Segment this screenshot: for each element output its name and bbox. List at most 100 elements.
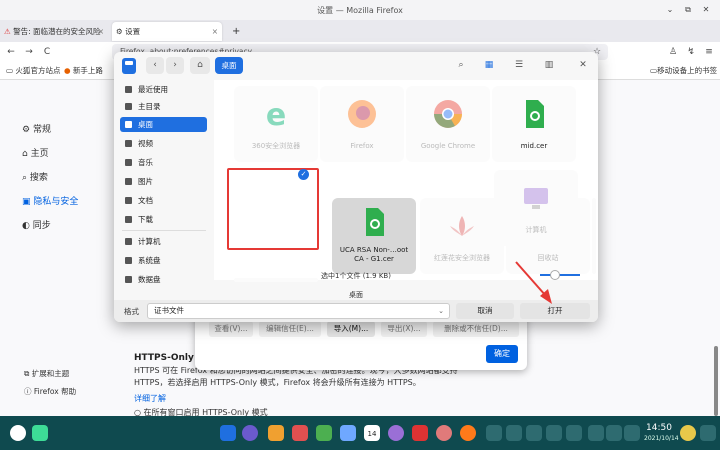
file-manager-icon[interactable] xyxy=(220,425,236,441)
back-button[interactable]: ← xyxy=(4,45,18,59)
file-computer[interactable]: 计算机 xyxy=(494,170,578,246)
file-360-browser[interactable]: e 360安全浏览器 xyxy=(234,86,318,162)
sidebar-item-computer[interactable]: 计算机 xyxy=(120,234,207,249)
new-tab-button[interactable]: + xyxy=(228,22,242,41)
picture-icon xyxy=(125,178,132,185)
browser-icon[interactable] xyxy=(242,425,258,441)
icon-view-icon[interactable]: ▦ xyxy=(482,58,496,72)
menu-icon[interactable]: ≡ xyxy=(702,45,716,59)
sidebar-item-videos[interactable]: 视频 xyxy=(120,136,207,151)
file-uca-rsa-cert[interactable]: UCA RSA Non-…oot CA - G1.cer xyxy=(332,198,416,274)
bookmark-getting-started[interactable]: ● 新手上路 xyxy=(64,65,103,77)
clock-icon[interactable] xyxy=(606,425,622,441)
arrow-icon[interactable] xyxy=(566,425,582,441)
sidebar-label: 最近使用 xyxy=(138,85,168,94)
page-scrollbar[interactable] xyxy=(714,346,718,416)
search-icon[interactable]: ⌕ xyxy=(454,58,468,72)
photo-icon[interactable] xyxy=(292,425,308,441)
multitask-icon[interactable] xyxy=(32,425,48,441)
sidebar-item-music[interactable]: 音乐 xyxy=(120,155,207,170)
file-firefox[interactable]: Firefox xyxy=(320,86,404,162)
bookmark-firefox-site[interactable]: ▭ 火狐官方站点 xyxy=(6,65,60,77)
sidebar-item-desktop[interactable]: 桌面 xyxy=(120,117,207,132)
account-icon[interactable]: ♙ xyxy=(666,45,680,59)
settings-icon[interactable] xyxy=(388,425,404,441)
file-honglianhua-browser[interactable]: 红莲花安全浏览器 xyxy=(420,198,504,274)
open-button[interactable]: 打开 xyxy=(520,303,590,319)
music-icon[interactable] xyxy=(316,425,332,441)
pref-nav-search[interactable]: ⌕ 搜索 xyxy=(22,170,48,183)
file-computer[interactable] xyxy=(592,198,596,274)
file-google-chrome[interactable]: Google Chrome xyxy=(406,86,490,162)
zoom-slider-knob[interactable] xyxy=(550,270,560,280)
export-button[interactable]: 导出(X)... xyxy=(381,321,427,337)
sidebar-item-documents[interactable]: 文档 xyxy=(120,193,207,208)
user-avatar[interactable] xyxy=(680,425,696,441)
store-icon[interactable] xyxy=(436,425,452,441)
sidebar-item-pictures[interactable]: 图片 xyxy=(120,174,207,189)
document-icon[interactable] xyxy=(340,425,356,441)
desktop-toggle-icon[interactable] xyxy=(700,425,716,441)
delete-distrust-button[interactable]: 删除或不信任(D)... xyxy=(433,321,519,337)
tab-close-icon[interactable]: × xyxy=(98,22,104,41)
restore-button[interactable]: ⧉ xyxy=(682,4,694,16)
list-view-icon[interactable]: ☰ xyxy=(512,58,526,72)
extension-icon[interactable]: ↯ xyxy=(684,45,698,59)
link-label: Firefox 帮助 xyxy=(33,387,77,396)
minimize-button[interactable]: ⌄ xyxy=(664,4,676,16)
calendar-icon[interactable]: 14 xyxy=(364,425,380,441)
clock-time[interactable]: 14:50 xyxy=(646,423,672,433)
app-icon[interactable] xyxy=(268,425,284,441)
notification-icon[interactable] xyxy=(624,425,640,441)
sidebar-item-recent[interactable]: 最近使用 xyxy=(120,82,207,97)
home-icon[interactable]: ⌂ xyxy=(190,57,210,74)
network-icon[interactable] xyxy=(526,425,542,441)
firefox-icon[interactable] xyxy=(460,425,476,441)
nav-label: 主页 xyxy=(30,149,49,159)
import-button[interactable]: 导入(M)... xyxy=(327,321,375,337)
tab-settings[interactable]: ⚙ 设置 × xyxy=(112,22,222,41)
bookmark-label: 移动设备上的书签 xyxy=(657,66,718,75)
tab-close-icon[interactable]: × xyxy=(212,22,218,41)
mobile-bookmarks[interactable]: ▭移动设备上的书签 xyxy=(650,65,717,77)
forward-button[interactable]: › xyxy=(166,57,184,74)
sidebar-item-home[interactable]: 主目录 xyxy=(120,99,207,114)
sidebar-item-downloads[interactable]: 下载 xyxy=(120,212,207,227)
learn-more-link[interactable]: 详细了解 xyxy=(134,393,166,404)
confirm-button[interactable]: 确定 xyxy=(486,345,518,363)
cancel-button[interactable]: 取消 xyxy=(456,303,514,319)
launcher-icon[interactable] xyxy=(10,425,26,441)
close-icon[interactable]: ✕ xyxy=(576,58,590,72)
power-icon[interactable] xyxy=(546,425,562,441)
music-icon xyxy=(125,159,132,166)
file-dialog-sidebar: 最近使用 主目录 桌面 视频 音乐 图片 文档 下载 计算机 系统盘 数据盘 xyxy=(114,80,212,284)
bookmark-label: 新手上路 xyxy=(72,66,103,75)
reload-button[interactable]: C xyxy=(40,45,54,59)
help-link[interactable]: ⓘ Firefox 帮助 xyxy=(24,386,76,397)
pref-nav-home[interactable]: ⌂ 主页 xyxy=(22,146,49,159)
edit-trust-button[interactable]: 编辑信任(E)... xyxy=(259,321,321,337)
tray-icon[interactable] xyxy=(486,425,502,441)
tab-security-warning[interactable]: ⚠ 警告: 面临潜在的安全风险 × xyxy=(0,22,108,41)
detail-view-icon[interactable]: ▥ xyxy=(542,58,556,72)
forward-button[interactable]: → xyxy=(22,45,36,59)
extensions-link[interactable]: ⧉ 扩展和主题 xyxy=(24,368,69,379)
sidebar-item-system-disk[interactable]: 系统盘 xyxy=(120,253,207,268)
certificate-icon xyxy=(526,100,544,128)
format-select[interactable]: 证书文件 ⌄ xyxy=(147,303,450,319)
file-dialog-toolbar: ‹ › ⌂ 桌面 ⌕ ▦ ☰ ▥ ✕ xyxy=(114,52,598,80)
lotus-icon xyxy=(450,216,474,236)
view-cert-button[interactable]: 查看(V)... xyxy=(209,321,253,337)
zoom-slider-track[interactable] xyxy=(540,274,580,276)
screenshot-icon[interactable] xyxy=(588,425,604,441)
terminal-icon[interactable] xyxy=(412,425,428,441)
path-crumb-desktop[interactable]: 桌面 xyxy=(215,57,243,74)
volume-icon[interactable] xyxy=(506,425,522,441)
file-mid-cer[interactable]: mid.cer xyxy=(492,86,576,162)
pref-nav-sync[interactable]: ◐ 同步 xyxy=(22,218,51,231)
close-window-button[interactable]: ✕ xyxy=(700,4,712,16)
tab-strip: ⚠ 警告: 面临潜在的安全风险 × ⚙ 设置 × + xyxy=(0,20,720,42)
pref-nav-general[interactable]: ⚙ 常规 xyxy=(22,122,51,135)
pref-nav-privacy[interactable]: ▣ 隐私与安全 xyxy=(22,194,78,207)
back-button[interactable]: ‹ xyxy=(146,57,164,74)
